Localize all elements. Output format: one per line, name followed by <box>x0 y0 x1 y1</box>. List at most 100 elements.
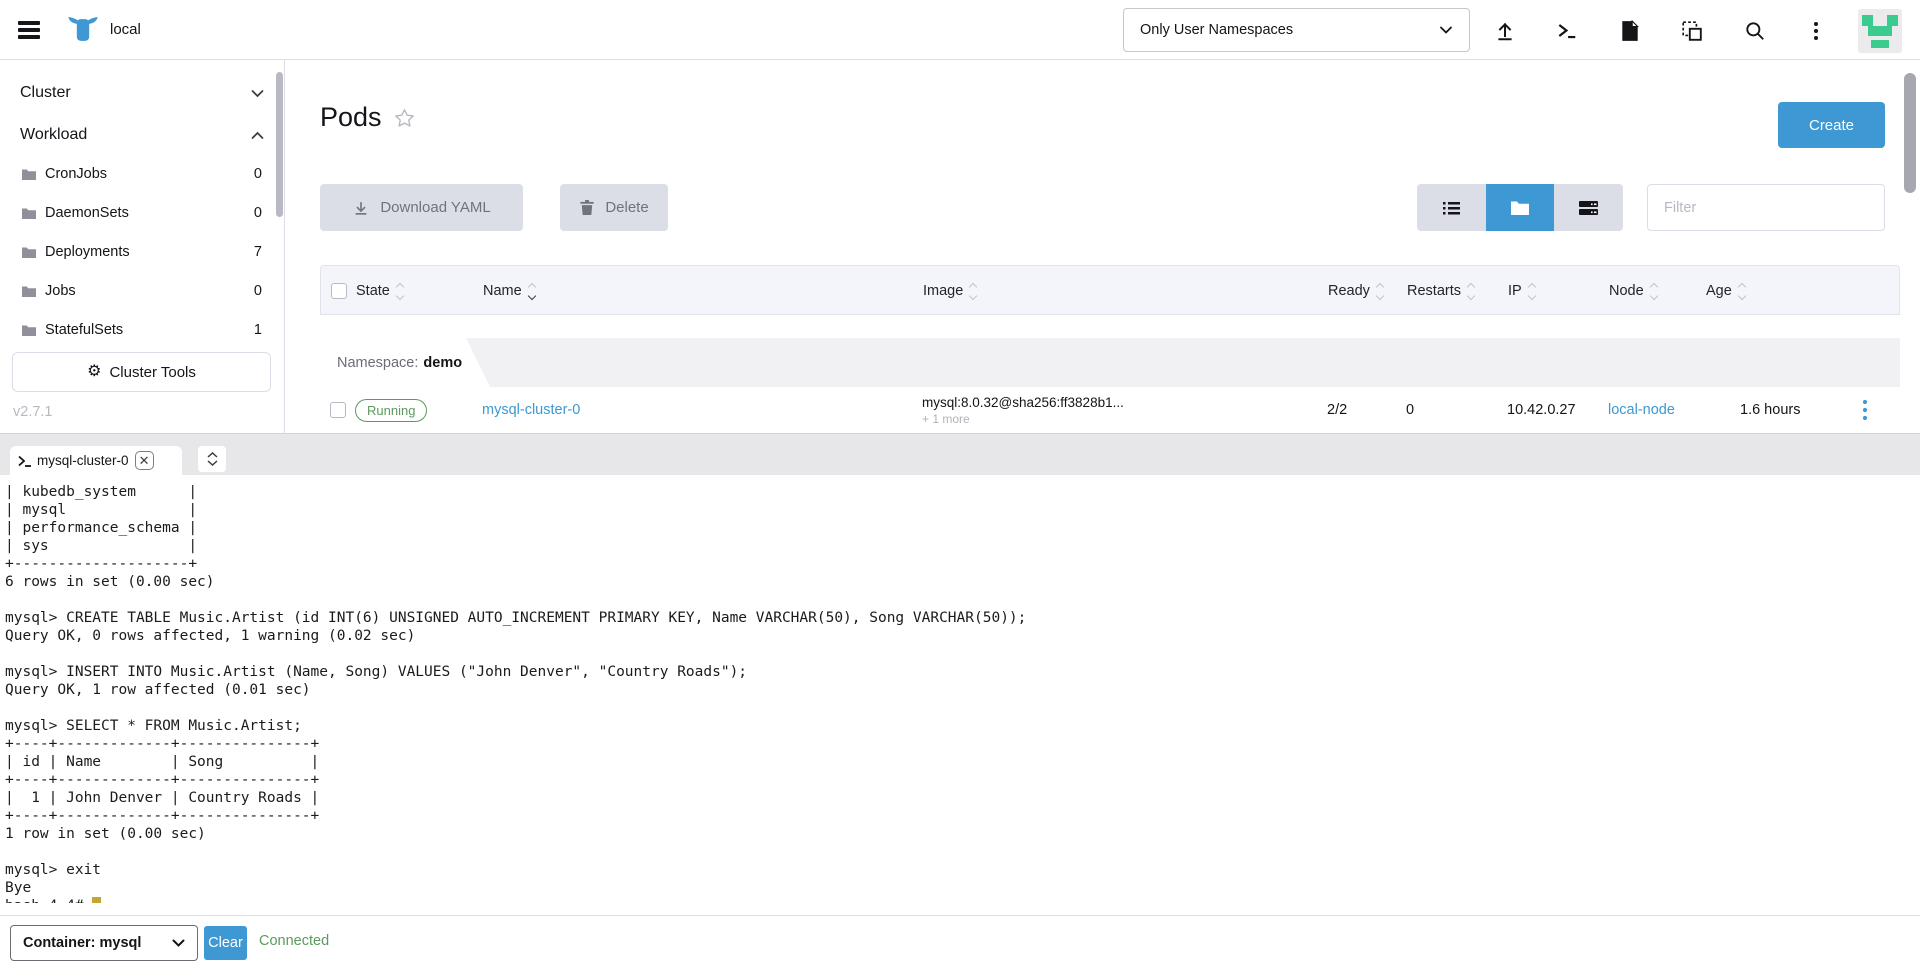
kubeconfig-file-icon[interactable] <box>1617 18 1643 44</box>
pod-image: mysql:8.0.32@sha256:ff3828b1... <box>922 395 1124 410</box>
sort-icon <box>1468 283 1474 299</box>
favorite-star-icon[interactable] <box>394 108 415 128</box>
hamburger-menu-icon[interactable] <box>18 21 40 39</box>
clear-button[interactable]: Clear <box>204 926 247 960</box>
column-header-ip[interactable]: IP <box>1508 266 1535 316</box>
table-header: State Name Image Ready Restarts <box>320 265 1900 315</box>
user-avatar[interactable] <box>1858 9 1902 53</box>
container-select[interactable]: Container: mysql <box>10 925 198 961</box>
main-scrollbar[interactable] <box>1904 73 1916 193</box>
cluster-name: local <box>110 21 141 38</box>
chevron-up-icon <box>207 452 218 458</box>
sort-icon <box>397 283 403 299</box>
terminal-cursor <box>92 897 101 903</box>
column-header-restarts[interactable]: Restarts <box>1407 266 1474 316</box>
shell-panel: mysql-cluster-0 ✕ | kubedb_system | | my… <box>0 433 1920 969</box>
upload-icon[interactable] <box>1492 18 1518 44</box>
sort-icon-active <box>529 283 535 299</box>
chevron-down-icon <box>251 89 264 98</box>
version-label: v2.7.1 <box>13 404 53 420</box>
chevron-up-icon <box>251 131 264 140</box>
sort-icon <box>1529 283 1535 299</box>
item-count: 1 <box>254 322 262 338</box>
column-header-image[interactable]: Image <box>923 266 976 316</box>
row-kebab-menu-icon[interactable] <box>1852 397 1878 423</box>
view-grouped-button[interactable] <box>1486 184 1555 231</box>
row-checkbox[interactable] <box>330 402 346 418</box>
folder-icon <box>22 168 36 180</box>
chevron-down-icon <box>207 460 218 466</box>
sidebar-section-workload[interactable]: Workload <box>0 120 284 150</box>
config-view-icon <box>1579 200 1598 216</box>
column-header-age[interactable]: Age <box>1706 266 1745 316</box>
close-tab-icon[interactable]: ✕ <box>135 451 154 470</box>
item-count: 0 <box>254 283 262 299</box>
item-count: 0 <box>254 166 262 182</box>
column-header-node[interactable]: Node <box>1609 266 1657 316</box>
column-header-name[interactable]: Name <box>483 266 535 316</box>
sidebar-section-label: Cluster <box>20 84 71 102</box>
main-content: Pods Create Download YAML Delete <box>285 60 1920 433</box>
sort-icon <box>1651 283 1657 299</box>
cluster-logo-icon[interactable] <box>66 12 100 48</box>
cluster-tools-button[interactable]: ⚙ Cluster Tools <box>12 352 271 392</box>
sidebar-section-label: Workload <box>20 126 87 144</box>
namespace-filter-select[interactable]: Only User Namespaces <box>1123 8 1470 52</box>
pod-ip: 10.42.0.27 <box>1507 387 1576 433</box>
folder-icon <box>22 207 36 219</box>
view-config-button[interactable] <box>1554 184 1623 231</box>
terminal-prompt-line: bash-4.4# <box>5 897 1920 903</box>
pods-table: State Name Image Ready Restarts <box>320 265 1900 433</box>
filter-input[interactable] <box>1647 184 1885 231</box>
sidebar: Cluster Workload CronJobs 0 DaemonSets 0… <box>0 60 285 433</box>
download-icon <box>352 199 370 217</box>
sidebar-section-cluster[interactable]: Cluster <box>0 78 284 108</box>
sidebar-item-cronjobs[interactable]: CronJobs 0 <box>0 160 284 188</box>
sidebar-item-jobs[interactable]: Jobs 0 <box>0 277 284 305</box>
connection-status: Connected <box>259 933 329 949</box>
trash-icon <box>579 199 595 216</box>
chevron-down-icon <box>172 939 185 948</box>
gear-icon: ⚙ <box>87 364 101 380</box>
node-link[interactable]: local-node <box>1608 402 1675 418</box>
panel-resize-handle[interactable] <box>198 446 226 472</box>
page-title: Pods <box>320 102 382 133</box>
pod-image-more: + 1 more <box>922 412 970 426</box>
shell-prompt-icon <box>18 455 31 467</box>
column-header-ready[interactable]: Ready <box>1328 266 1383 316</box>
namespace-group-band: Namespace: demo <box>320 338 1900 387</box>
create-button[interactable]: Create <box>1778 102 1885 148</box>
shell-tab[interactable]: mysql-cluster-0 ✕ <box>10 446 182 475</box>
sort-icon <box>970 283 976 299</box>
table-row: Running mysql-cluster-0 mysql:8.0.32@sha… <box>320 387 1900 433</box>
view-list-button[interactable] <box>1417 184 1486 231</box>
namespace-filter-value: Only User Namespaces <box>1140 22 1293 38</box>
shell-tab-bar: mysql-cluster-0 ✕ <box>0 433 1920 475</box>
search-icon[interactable] <box>1742 18 1768 44</box>
pod-name-link[interactable]: mysql-cluster-0 <box>482 402 580 418</box>
terminal-output[interactable]: | kubedb_system | | mysql | | performanc… <box>0 475 1920 903</box>
select-all-checkbox[interactable] <box>331 283 347 299</box>
folder-icon <box>22 246 36 258</box>
item-count: 0 <box>254 205 262 221</box>
folder-view-icon <box>1511 200 1529 215</box>
delete-button[interactable]: Delete <box>560 184 668 231</box>
pod-age: 1.6 hours <box>1740 387 1800 433</box>
sidebar-item-statefulsets[interactable]: StatefulSets 1 <box>0 316 284 344</box>
rancher-app: local Only User Namespaces <box>0 0 1920 969</box>
download-yaml-button[interactable]: Download YAML <box>320 184 523 231</box>
namespace-name: demo <box>423 355 462 371</box>
sidebar-item-deployments[interactable]: Deployments 7 <box>0 238 284 266</box>
sidebar-scrollbar[interactable] <box>276 72 283 217</box>
view-toggle-group <box>1417 184 1623 231</box>
status-badge: Running <box>355 399 427 422</box>
sort-icon <box>1377 283 1383 299</box>
folder-icon <box>22 324 36 336</box>
sidebar-item-daemonsets[interactable]: DaemonSets 0 <box>0 199 284 227</box>
kebab-menu-icon[interactable] <box>1803 18 1829 44</box>
column-header-state[interactable]: State <box>356 266 403 316</box>
namespace-group-tab[interactable]: Namespace: demo <box>320 338 490 387</box>
item-count: 7 <box>254 244 262 260</box>
kubectl-shell-icon[interactable] <box>1554 18 1580 44</box>
import-yaml-icon[interactable] <box>1679 18 1705 44</box>
